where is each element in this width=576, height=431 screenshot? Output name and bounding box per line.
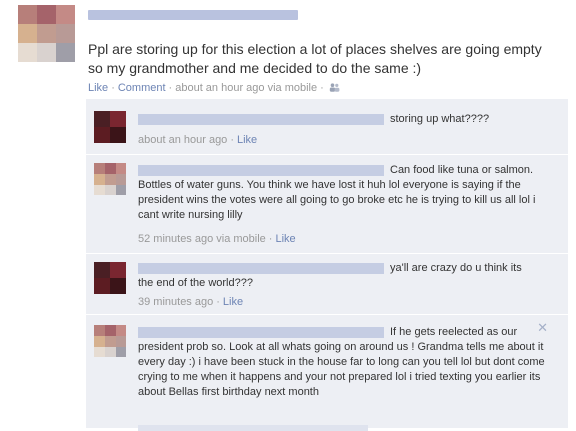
commenter-name-redacted[interactable] [138,114,384,125]
comment-text: If he gets reelected as our president pr… [138,325,548,400]
comment-meta: 39 minutes ago · Like [138,296,243,308]
comment-timestamp[interactable]: about an hour ago [138,134,227,146]
comment-text: Can food like tuna or salmon. Bottles of… [138,163,536,223]
separator: · [230,134,234,146]
comment-item: ya'll are crazy do u think its the end o… [86,253,568,314]
commenter-avatar[interactable] [94,325,126,357]
story-timestamp[interactable]: about an hour ago via mobile [175,82,317,94]
comment-like-link[interactable]: Like [223,296,243,308]
feed-story: Ppl are storing up for this election a l… [0,0,576,431]
comment-timestamp[interactable]: 52 minutes ago via mobile [138,233,266,245]
separator: · [111,82,115,94]
separator: · [216,296,220,308]
comment-link[interactable]: Comment [118,82,166,94]
close-icon[interactable]: ✕ [537,321,548,336]
poster-name-redacted[interactable] [88,10,298,20]
comment-item: If he gets reelected as our president pr… [86,314,568,431]
commenter-avatar[interactable] [94,163,126,195]
story-actions: Like · Comment · about an hour ago via mobil… [88,82,340,94]
comment-item: Can food like tuna or salmon. Bottles of… [86,154,568,253]
comment-text: storing up what???? [390,113,490,125]
comment-body: Can food like tuna or salmon. Bottles of… [138,164,536,221]
comment-like-link[interactable]: Like [275,233,295,245]
separator: · [268,233,273,245]
comment-meta: about an hour ago · Like [138,134,257,146]
comment-body: If he gets reelected as our president pr… [138,326,545,398]
people-icon [329,83,340,92]
separator: · [168,82,173,94]
separator: · [320,82,324,94]
comment-body: ya'll are crazy do u think its the end o… [138,262,522,289]
comment-text: ya'll are crazy do u think its the end o… [138,261,536,291]
commenter-avatar[interactable] [94,111,126,143]
comment-meta: 52 minutes ago via mobile · Like [138,233,296,245]
comment-timestamp[interactable]: 39 minutes ago [138,296,213,308]
commenter-avatar[interactable] [94,262,126,294]
comments-list: storing up what???? about an hour ago · Li… [86,99,568,431]
like-link[interactable]: Like [88,82,108,94]
truncated-meta-redacted [138,425,368,431]
comment-like-link[interactable]: Like [237,134,257,146]
status-text: Ppl are storing up for this election a l… [88,41,542,76]
poster-avatar[interactable] [18,5,75,62]
comment-item: storing up what???? about an hour ago · Li… [86,105,568,153]
